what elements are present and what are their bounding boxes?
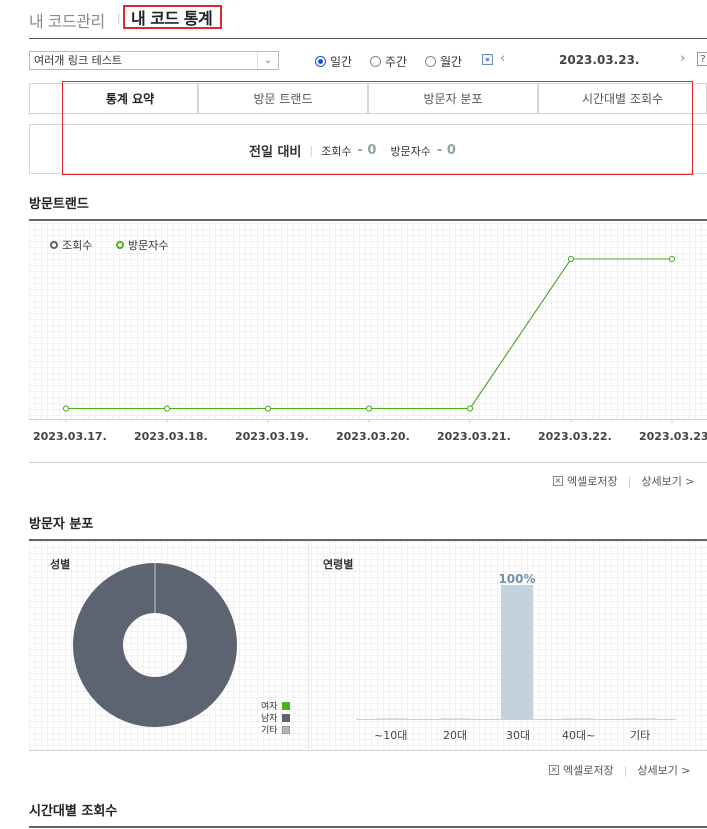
age-bar — [501, 585, 533, 719]
age-bar-chart: 100% — [356, 572, 676, 720]
excel-icon: × — [549, 765, 559, 775]
age-tick: 20대 — [443, 729, 468, 742]
age-tick: 30대 — [506, 729, 531, 742]
action-separator: | — [623, 763, 628, 777]
age-bar-value-label: 100% — [498, 572, 535, 586]
hourly-title: 시간대별 조회수 — [29, 804, 118, 819]
distribution-actions: × 엑셀로저장 | 상세보기 > — [549, 762, 691, 778]
detail-link[interactable]: 상세보기 > — [637, 762, 690, 778]
age-tick: 40대~ — [562, 729, 596, 742]
distribution-bottom-divider — [29, 750, 707, 751]
hourly-divider — [29, 826, 707, 828]
age-tick: 기타 — [630, 729, 651, 742]
excel-save-link[interactable]: 엑셀로저장 — [563, 762, 614, 778]
age-tick: ~10대 — [374, 729, 408, 742]
